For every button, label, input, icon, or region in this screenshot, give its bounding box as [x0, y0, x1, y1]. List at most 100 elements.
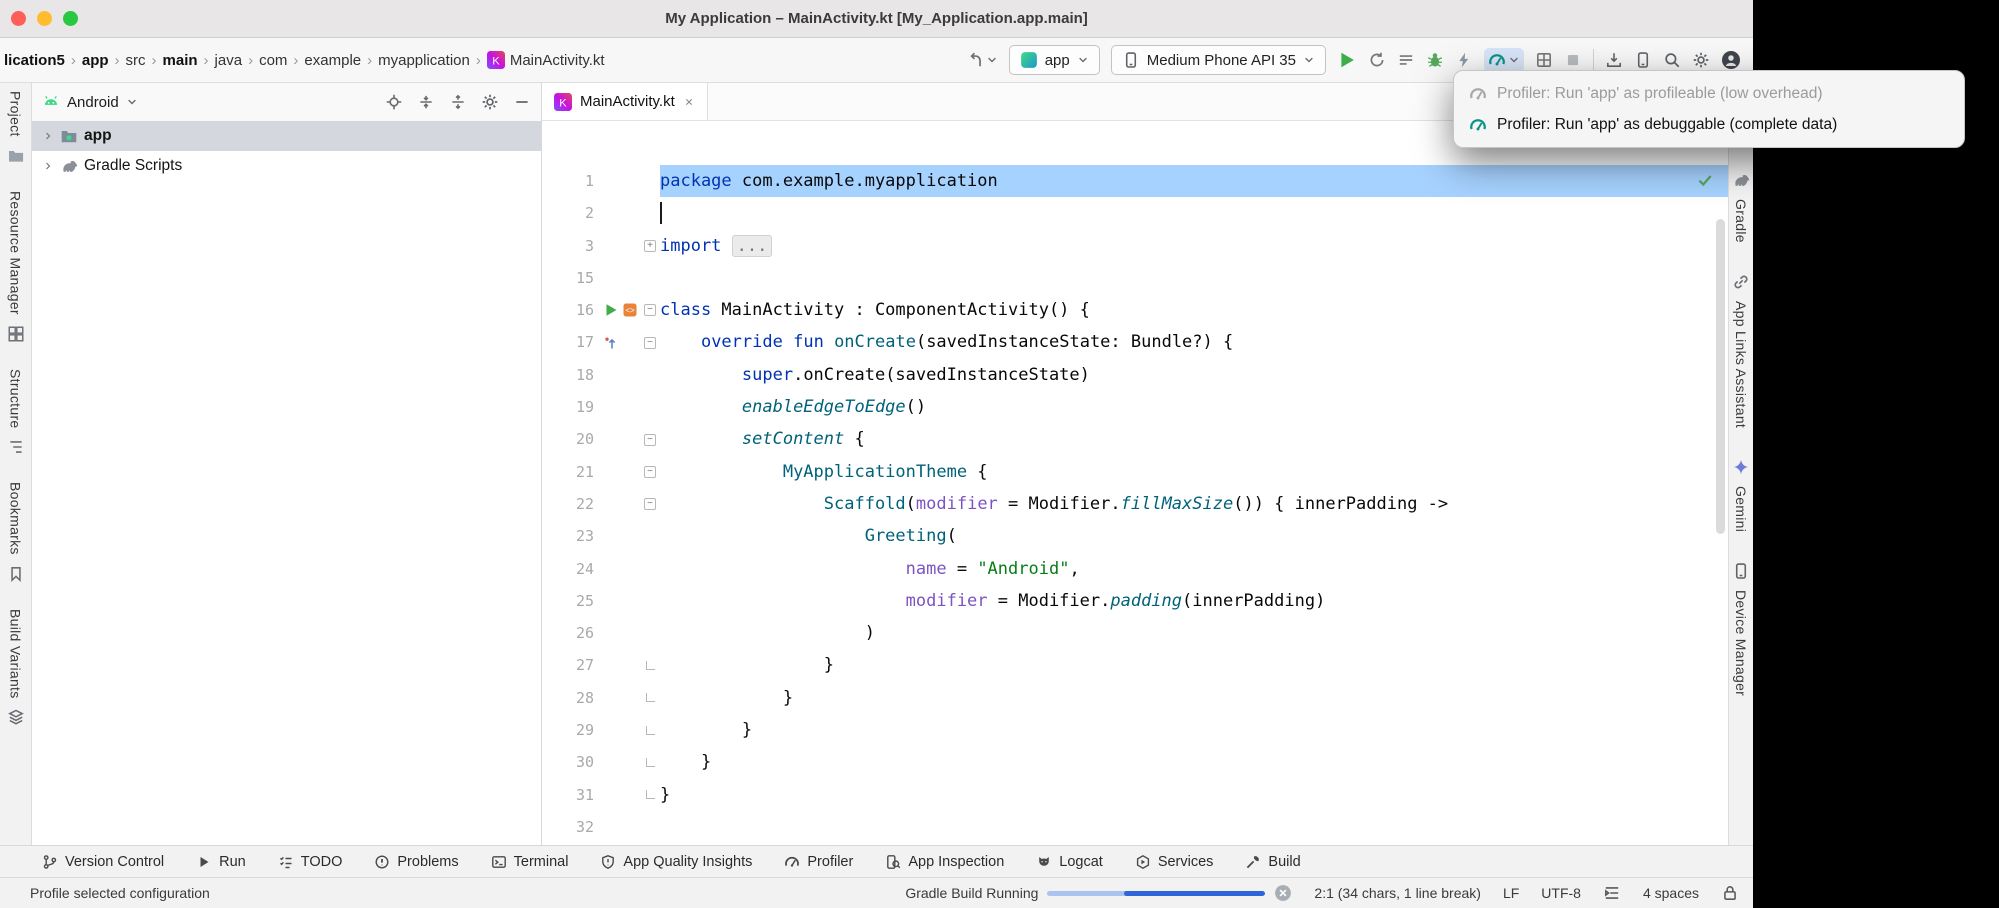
breadcrumb-example[interactable]: example — [304, 52, 361, 69]
code-line-30[interactable]: 30 } — [542, 746, 1728, 778]
breadcrumb-java[interactable]: java — [215, 52, 243, 69]
toolwindow-button-todo[interactable]: TODO — [278, 854, 343, 870]
code-text[interactable]: super.onCreate(savedInstanceState) — [660, 359, 1728, 391]
editor-scrollbar[interactable] — [1716, 219, 1725, 534]
run-play-icon[interactable] — [603, 302, 619, 318]
code-text[interactable]: } — [660, 746, 1728, 778]
sdk-manager-button[interactable] — [1605, 51, 1623, 69]
readonly-lock-icon[interactable] — [1721, 884, 1739, 902]
kotlin-class-icon[interactable]: <> — [622, 302, 638, 318]
toolwindow-button-problems[interactable]: Problems — [374, 854, 458, 870]
code-text[interactable]: import ... — [660, 230, 1728, 262]
code-text[interactable]: MyApplicationTheme { — [660, 456, 1728, 488]
code-text[interactable]: Greeting( — [660, 520, 1728, 552]
code-text[interactable]: enableEdgeToEdge() — [660, 391, 1728, 423]
toolwindow-button-profiler[interactable]: Profiler — [784, 854, 853, 870]
toolwindow-button-services[interactable]: Services — [1135, 854, 1214, 870]
line-ending[interactable]: LF — [1503, 885, 1519, 901]
code-line-1[interactable]: 1package com.example.myapplication — [542, 165, 1728, 197]
stop-button[interactable] — [1564, 51, 1582, 69]
toolwindow-button-app-inspection[interactable]: App Inspection — [885, 854, 1004, 870]
device-selector[interactable]: Medium Phone API 35 — [1111, 45, 1326, 75]
code-line-3[interactable]: 3+import ... — [542, 230, 1728, 262]
code-line-23[interactable]: 23 Greeting( — [542, 520, 1728, 552]
close-tab-icon[interactable] — [683, 96, 695, 108]
override-method-icon[interactable] — [603, 335, 619, 351]
code-text[interactable]: modifier = Modifier.padding(innerPadding… — [660, 585, 1728, 617]
sidebar-item-gradle[interactable]: Gradle — [1732, 171, 1750, 243]
code-text[interactable] — [660, 262, 1728, 294]
sidebar-item-structure[interactable]: Structure — [7, 369, 25, 457]
apply-changes-restart-button[interactable] — [1368, 51, 1386, 69]
editor-tab-mainactivity[interactable]: K MainActivity.kt — [542, 83, 708, 120]
breadcrumb-mainactivity-kt[interactable]: MainActivity.kt — [510, 52, 605, 69]
code-line-18[interactable]: 18 super.onCreate(savedInstanceState) — [542, 359, 1728, 391]
fold-end-icon[interactable] — [646, 661, 655, 670]
code-line-16[interactable]: 16<>−class MainActivity : ComponentActiv… — [542, 294, 1728, 326]
fold-end-icon[interactable] — [646, 726, 655, 735]
code-line-15[interactable]: 15 — [542, 262, 1728, 294]
code-text[interactable] — [660, 811, 1728, 843]
code-text[interactable] — [660, 197, 1728, 229]
chevron-down-icon[interactable] — [126, 96, 138, 108]
sidebar-item-build-variants[interactable]: Build Variants — [7, 609, 25, 727]
code-line-22[interactable]: 22− Scaffold(modifier = Modifier.fillMax… — [542, 488, 1728, 520]
fold-end-icon[interactable] — [646, 758, 655, 767]
code-text[interactable]: } — [660, 682, 1728, 714]
code-text[interactable]: } — [660, 779, 1728, 811]
encoding[interactable]: UTF-8 — [1541, 885, 1581, 901]
run-config-selector[interactable]: app — [1009, 45, 1100, 75]
toolwindow-button-logcat[interactable]: Logcat — [1036, 854, 1103, 870]
run-button[interactable] — [1337, 50, 1357, 70]
device-manager-button[interactable] — [1634, 51, 1652, 69]
toolwindow-button-version-control[interactable]: Version Control — [42, 854, 164, 870]
breadcrumb-lication5[interactable]: lication5 — [4, 52, 65, 69]
hide-panel-button[interactable] — [513, 93, 531, 111]
locate-file-button[interactable] — [385, 93, 403, 111]
toolwindow-button-terminal[interactable]: Terminal — [491, 854, 569, 870]
sidebar-item-bookmarks[interactable]: Bookmarks — [7, 482, 25, 583]
indent-setting[interactable]: 4 spaces — [1643, 885, 1699, 901]
fold-toggle-icon[interactable]: − — [644, 337, 656, 349]
sidebar-item-device-manager[interactable]: Device Manager — [1732, 562, 1750, 696]
inspections-ok-icon[interactable] — [1696, 171, 1714, 189]
tree-item-app[interactable]: app — [32, 121, 541, 151]
apply-code-changes-button[interactable] — [1455, 51, 1473, 69]
code-text[interactable]: } — [660, 649, 1728, 681]
code-line-21[interactable]: 21− MyApplicationTheme { — [542, 456, 1728, 488]
code-text[interactable]: name = "Android", — [660, 553, 1728, 585]
code-line-32[interactable]: 32 — [542, 811, 1728, 843]
fold-toggle-icon[interactable]: + — [644, 240, 656, 252]
profiler-menu-item-profileable[interactable]: Profiler: Run 'app' as profileable (low … — [1454, 78, 1964, 109]
chevron-down-icon[interactable] — [986, 54, 998, 66]
code-line-25[interactable]: 25 modifier = Modifier.padding(innerPadd… — [542, 585, 1728, 617]
fold-end-icon[interactable] — [646, 790, 655, 799]
coverage-button[interactable] — [1535, 51, 1553, 69]
fold-toggle-icon[interactable]: − — [644, 498, 656, 510]
code-line-24[interactable]: 24 name = "Android", — [542, 553, 1728, 585]
toolwindow-button-app-quality-insights[interactable]: App Quality Insights — [600, 854, 752, 870]
avatar[interactable] — [1721, 50, 1741, 70]
fold-end-icon[interactable] — [646, 693, 655, 702]
code-line-26[interactable]: 26 ) — [542, 617, 1728, 649]
code-line-19[interactable]: 19 enableEdgeToEdge() — [542, 391, 1728, 423]
profiler-button[interactable] — [1484, 48, 1524, 72]
breadcrumb-com[interactable]: com — [259, 52, 287, 69]
code-line-17[interactable]: 17− override fun onCreate(savedInstanceS… — [542, 326, 1728, 358]
collapse-all-button[interactable] — [417, 93, 435, 111]
breadcrumb-src[interactable]: src — [126, 52, 146, 69]
settings-button[interactable] — [1692, 51, 1710, 69]
sidebar-item-app-links-assistant[interactable]: App Links Assistant — [1732, 273, 1750, 428]
code-text[interactable]: Scaffold(modifier = Modifier.fillMaxSize… — [660, 488, 1728, 520]
build-menu-button[interactable] — [1397, 51, 1415, 69]
code-line-27[interactable]: 27 } — [542, 649, 1728, 681]
sidebar-item-gemini[interactable]: Gemini — [1732, 458, 1750, 532]
code-line-28[interactable]: 28 } — [542, 682, 1728, 714]
project-view-selector[interactable]: Android — [67, 94, 119, 111]
cancel-build-button[interactable] — [1274, 884, 1292, 902]
toolwindow-button-run[interactable]: Run — [196, 854, 246, 870]
profiler-menu-item-debuggable[interactable]: Profiler: Run 'app' as debuggable (compl… — [1454, 109, 1964, 140]
fold-toggle-icon[interactable]: − — [644, 466, 656, 478]
code-text[interactable]: package com.example.myapplication — [660, 165, 1728, 197]
panel-settings-button[interactable] — [481, 93, 499, 111]
